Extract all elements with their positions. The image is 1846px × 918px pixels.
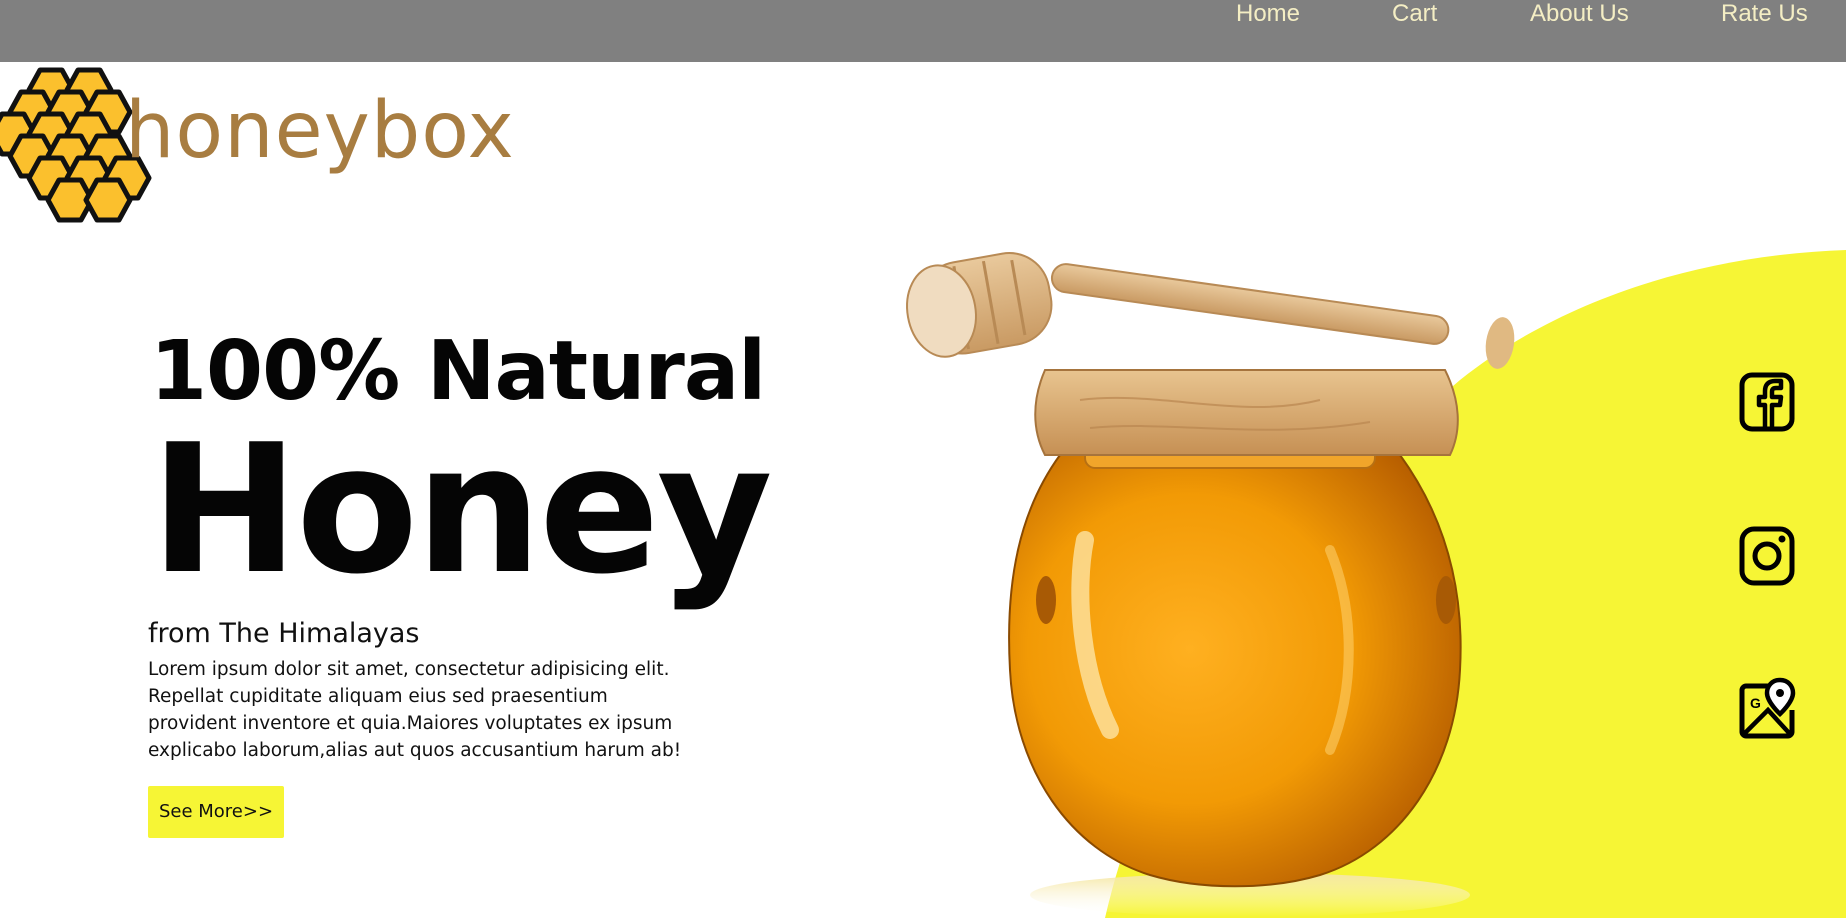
nav-home[interactable]: Home xyxy=(1236,0,1300,28)
honey-jar-image xyxy=(906,252,1515,917)
hero-headline-main: Honey xyxy=(150,406,773,613)
nav-about-us[interactable]: About Us xyxy=(1530,0,1629,28)
hero-subtitle: from The Himalayas xyxy=(148,618,420,649)
google-maps-icon[interactable]: G xyxy=(1738,676,1796,740)
instagram-icon[interactable] xyxy=(1738,524,1796,588)
page: Home Cart About Us Rate Us honeybox 100%… xyxy=(0,0,1846,918)
brand-name[interactable]: honeybox xyxy=(125,86,515,176)
hero-description: Lorem ipsum dolor sit amet, consectetur … xyxy=(148,659,682,761)
see-more-button[interactable]: See More>> xyxy=(148,786,284,838)
svg-text:G: G xyxy=(1750,695,1761,711)
facebook-icon[interactable] xyxy=(1738,370,1796,434)
nav-rate-us[interactable]: Rate Us xyxy=(1721,0,1808,28)
nav-cart[interactable]: Cart xyxy=(1392,0,1437,28)
top-navbar: Home Cart About Us Rate Us xyxy=(0,0,1846,62)
